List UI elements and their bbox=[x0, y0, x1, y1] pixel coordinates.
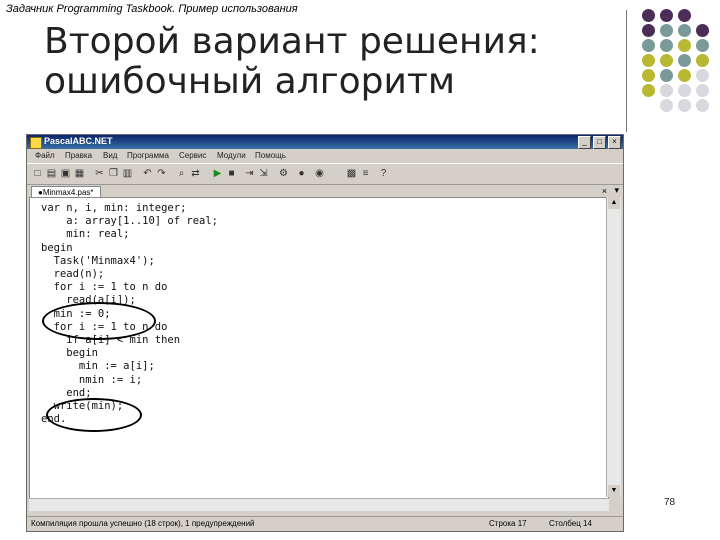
maximize-button[interactable]: □ bbox=[593, 136, 606, 149]
decorative-dot bbox=[696, 99, 709, 112]
menu-file[interactable]: Файл bbox=[35, 151, 55, 160]
slide-number: 78 bbox=[664, 497, 676, 508]
decorative-dot bbox=[642, 54, 655, 67]
decorative-dot bbox=[678, 69, 691, 82]
decorative-dot bbox=[678, 99, 691, 112]
horizontal-scrollbar[interactable] bbox=[29, 498, 609, 511]
code-line: begin bbox=[41, 241, 73, 254]
code-line: var n, i, min: integer; bbox=[41, 202, 187, 214]
code-line: min: real; bbox=[66, 228, 130, 241]
code-line: end; bbox=[66, 386, 92, 399]
tab-close-icon[interactable]: × bbox=[602, 186, 607, 196]
decorative-dot bbox=[660, 9, 673, 22]
scroll-up-icon[interactable]: ▲ bbox=[608, 197, 620, 209]
top-caption: Задачник Programming Taskbook. Пример ис… bbox=[6, 3, 298, 15]
window-title: PascalABC.NET bbox=[44, 136, 113, 146]
decorative-dot bbox=[678, 54, 691, 67]
decorative-dot bbox=[696, 24, 709, 37]
annotation-ellipse-min bbox=[42, 302, 156, 340]
tab-list-icon[interactable]: ▾ bbox=[614, 185, 619, 196]
decorative-dot bbox=[660, 39, 673, 52]
slide-title: Второй вариант решения: ошибочный алгори… bbox=[44, 22, 540, 102]
decorative-dot bbox=[696, 54, 709, 67]
open-file-icon[interactable]: ▤ bbox=[45, 167, 58, 180]
code-line: Task('Minmax4'); bbox=[53, 254, 155, 267]
run-icon[interactable]: ▶ bbox=[211, 167, 224, 180]
decorative-dot bbox=[660, 54, 673, 67]
save-icon[interactable]: ▣ bbox=[59, 167, 72, 180]
annotation-ellipse-write bbox=[46, 398, 142, 432]
code-line: nmin := i; bbox=[78, 373, 143, 386]
menu-edit[interactable]: Правка bbox=[65, 151, 92, 160]
format-icon[interactable]: ≡ bbox=[359, 167, 372, 180]
find-icon[interactable]: ⌕ bbox=[175, 167, 188, 180]
decorative-dot bbox=[642, 69, 655, 82]
decorative-dot bbox=[660, 69, 673, 82]
decorative-dot bbox=[678, 39, 691, 52]
cut-icon[interactable]: ✂ bbox=[93, 167, 106, 180]
decorative-dot bbox=[660, 24, 673, 37]
menu-help[interactable]: Помощь bbox=[255, 151, 286, 160]
app-icon bbox=[30, 137, 42, 149]
status-bar: Компиляция прошла успешно (18 строк), 1 … bbox=[27, 516, 623, 531]
menu-program[interactable]: Программа bbox=[127, 151, 169, 160]
menu-view[interactable]: Вид bbox=[103, 151, 117, 160]
undo-icon[interactable]: ↶ bbox=[141, 167, 154, 180]
window-controls: _ □ × bbox=[578, 136, 621, 149]
toolbar: □ ▤ ▣ ▦ ✂ ❐ ▥ ↶ ↷ ⌕ ⇄ ▶ ■ ⇥ ⇲ ⚙ ● ◉ ▩ ≡ … bbox=[27, 163, 623, 185]
code-editor[interactable]: var n, i, min: integer; a: array[1..10] … bbox=[29, 197, 609, 499]
code-line: min := a[i]; bbox=[78, 360, 155, 373]
decorative-dot bbox=[660, 99, 673, 112]
stop-icon[interactable]: ■ bbox=[225, 167, 238, 180]
replace-icon[interactable]: ⇄ bbox=[189, 167, 202, 180]
decorative-dot bbox=[642, 9, 655, 22]
slide-title-line-2: ошибочный алгоритм bbox=[44, 61, 456, 102]
status-message: Компиляция прошла успешно (18 строк), 1 … bbox=[31, 519, 255, 528]
save-all-icon[interactable]: ▦ bbox=[73, 167, 86, 180]
new-file-icon[interactable]: □ bbox=[31, 167, 44, 180]
menubar: Файл Правка Вид Программа Сервис Модули … bbox=[27, 149, 623, 163]
code-line: a: array[1..10] of real; bbox=[66, 215, 219, 228]
scroll-down-icon[interactable]: ▼ bbox=[608, 485, 620, 497]
menu-modules[interactable]: Модули bbox=[217, 151, 246, 160]
debug-icon[interactable]: ⚙ bbox=[277, 167, 290, 180]
decorative-dot bbox=[696, 39, 709, 52]
ide-titlebar: PascalABC.NET _ □ × bbox=[27, 135, 623, 149]
code-line: for i := 1 to n do bbox=[53, 281, 168, 294]
code-line: read(n); bbox=[53, 268, 105, 281]
watch-icon[interactable]: ◉ bbox=[313, 167, 326, 180]
decorative-dot bbox=[678, 9, 691, 22]
step-into-icon[interactable]: ⇲ bbox=[257, 167, 270, 180]
decorative-dot bbox=[678, 84, 691, 97]
decorative-dot bbox=[642, 39, 655, 52]
breakpoint-icon[interactable]: ● bbox=[295, 167, 308, 180]
copy-icon[interactable]: ❐ bbox=[107, 167, 120, 180]
menu-service[interactable]: Сервис bbox=[179, 151, 206, 160]
paste-icon[interactable]: ▥ bbox=[121, 167, 134, 180]
status-column: Столбец 14 bbox=[549, 519, 592, 528]
decorative-dot bbox=[642, 24, 655, 37]
redo-icon[interactable]: ↷ bbox=[155, 167, 168, 180]
minimize-button[interactable]: _ bbox=[578, 136, 591, 149]
vertical-scrollbar[interactable]: ▲ ▼ bbox=[606, 197, 621, 497]
slide-title-line-1: Второй вариант решения: bbox=[44, 21, 540, 62]
decorative-dot bbox=[642, 84, 655, 97]
decorative-dot bbox=[696, 69, 709, 82]
status-row: Строка 17 bbox=[489, 519, 527, 528]
decorative-dot bbox=[696, 84, 709, 97]
decorative-dot bbox=[660, 84, 673, 97]
code-line: begin bbox=[66, 347, 98, 360]
decorative-dot bbox=[678, 24, 691, 37]
task-icon[interactable]: ▩ bbox=[345, 167, 358, 180]
title-divider-line bbox=[626, 10, 627, 132]
close-button[interactable]: × bbox=[608, 136, 621, 149]
help-icon[interactable]: ? bbox=[377, 167, 390, 180]
step-icon[interactable]: ⇥ bbox=[243, 167, 256, 180]
decorative-dot-grid bbox=[642, 9, 714, 113]
